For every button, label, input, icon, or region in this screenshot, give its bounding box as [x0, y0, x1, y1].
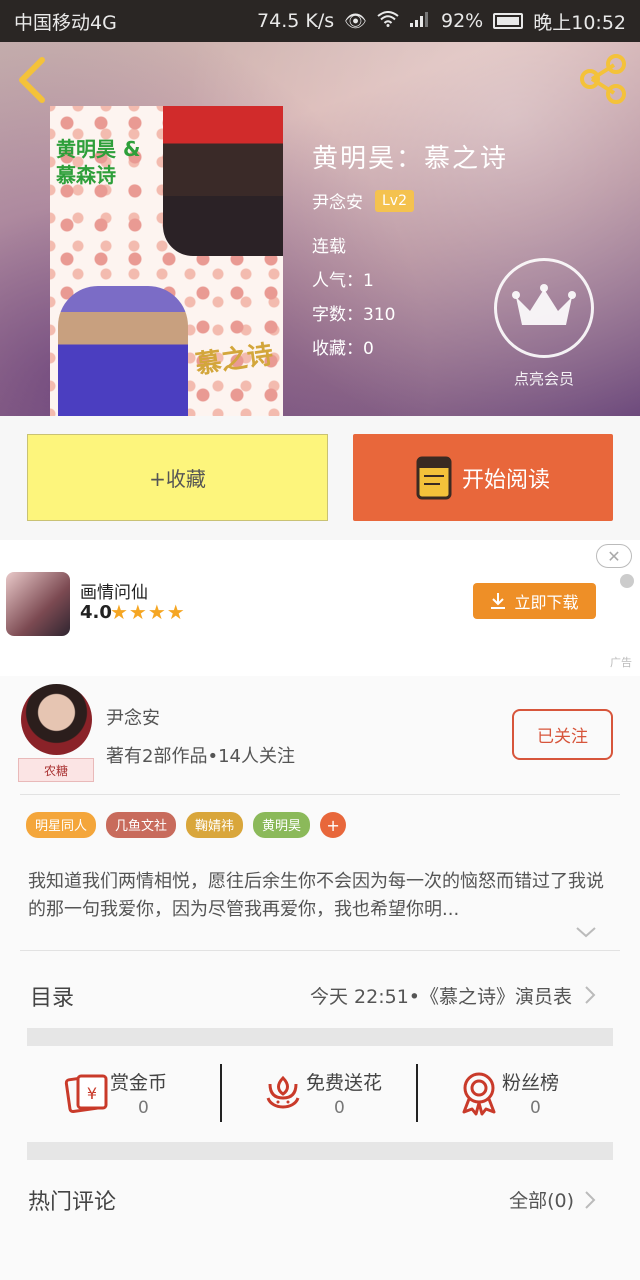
cover-title-text: 黄明昊 & 慕森诗 — [56, 137, 141, 187]
divider — [20, 950, 620, 951]
book-status: 连载 — [312, 237, 346, 257]
hot-comments-label: 热门评论 — [28, 1190, 117, 1215]
book-cover[interactable]: 黄明昊 & 慕森诗 慕之诗 — [50, 106, 283, 416]
ad-download-button[interactable]: 立即下载 — [473, 583, 596, 619]
author-stats: 著有2部作品•14人关注 — [106, 746, 295, 767]
author-name[interactable]: 尹念安 — [106, 704, 160, 730]
fan-ranking-button[interactable]: 粉丝榜 0 — [418, 1062, 613, 1132]
reward-coin-label: 赏金币 — [110, 1072, 168, 1094]
reward-coin-button[interactable]: ¥ 赏金币 0 — [26, 1062, 221, 1132]
network-speed: 74.5 K/s — [257, 10, 335, 32]
carrier-label: 中国移动4G — [14, 11, 117, 34]
download-icon — [491, 593, 506, 609]
book-favorites: 收藏：0 — [312, 339, 374, 359]
crown-icon — [512, 284, 576, 325]
share-icon — [580, 54, 626, 104]
free-flower-label: 免费送花 — [306, 1072, 383, 1094]
cover-figure-girl — [163, 106, 283, 256]
reward-coin-count: 0 — [138, 1098, 149, 1118]
tag-item[interactable]: 鞠婧祎 — [186, 812, 244, 838]
vip-button[interactable] — [494, 258, 594, 358]
flower-icon — [266, 1075, 300, 1109]
ad-rating-stars: ★★★★ — [110, 600, 186, 624]
hot-comments-row[interactable]: 热门评论 全部(0) — [0, 1166, 640, 1236]
follow-button[interactable]: 已关注 — [512, 709, 613, 760]
book-word-count: 字数：310 — [312, 305, 396, 325]
status-bar: 中国移动4G 74.5 K/s 👁 92% 晚上10:52 — [0, 0, 640, 42]
start-reading-button[interactable]: 开始阅读 — [353, 434, 613, 521]
battery-percent: 92% — [441, 10, 484, 32]
table-of-contents-row[interactable]: 目录 今天 22:51•《慕之诗》演员表 — [0, 956, 640, 1026]
eye-icon: 👁 — [344, 10, 367, 32]
toc-label: 目录 — [30, 986, 75, 1011]
expand-chevron-icon[interactable] — [574, 924, 598, 940]
signal-icon — [409, 10, 431, 33]
free-flower-button[interactable]: 免费送花 0 — [222, 1062, 417, 1132]
ad-tag: 广告 — [610, 656, 632, 669]
author-level-badge: Lv2 — [375, 189, 414, 212]
ad-close-button[interactable]: ✕ — [596, 544, 632, 568]
wifi-icon — [377, 10, 399, 32]
collect-button[interactable]: +收藏 — [27, 434, 328, 521]
back-arrow-icon — [19, 57, 45, 103]
ad-app-thumbnail[interactable] — [6, 572, 70, 636]
chevron-right-icon — [585, 986, 596, 1004]
ad-rating: 4.0 — [80, 602, 112, 623]
action-bar: +收藏 开始阅读 — [0, 416, 640, 540]
ad-download-label: 立即下载 — [514, 593, 579, 612]
back-button[interactable] — [14, 56, 54, 104]
section-separator — [27, 1142, 613, 1160]
avatar-tag: 农糖 — [18, 758, 94, 782]
ad-indicator-dot — [620, 574, 634, 588]
details-section: 农糖 尹念安 著有2部作品•14人关注 已关注 明星同人 几鱼文社 鞠婧祎 黄明… — [0, 676, 640, 1280]
ad-banner[interactable]: ✕ 画情问仙 4.0 ★★★★ 立即下载 广告 — [0, 540, 640, 676]
add-tag-button[interactable]: + — [320, 812, 347, 838]
toc-latest-chapter: 今天 22:51•《慕之诗》演员表 — [309, 986, 572, 1008]
clock: 晚上10:52 — [533, 11, 626, 34]
divider — [20, 794, 620, 795]
vip-label: 点亮会员 — [513, 370, 574, 388]
share-button[interactable] — [578, 54, 628, 104]
fan-ranking-label: 粉丝榜 — [502, 1072, 560, 1094]
battery-icon — [493, 13, 524, 29]
tag-item[interactable]: 几鱼文社 — [106, 812, 177, 838]
book-popularity: 人气：1 — [312, 271, 374, 291]
badge-ribbon-icon — [462, 1072, 496, 1116]
book-title: 黄明昊：慕之诗 — [312, 144, 509, 174]
book-icon — [416, 456, 452, 499]
collect-label: +收藏 — [149, 467, 206, 491]
start-reading-label: 开始阅读 — [461, 467, 550, 493]
svg-text:¥: ¥ — [87, 1084, 97, 1103]
all-comments-link: 全部(0) — [509, 1190, 574, 1212]
book-description[interactable]: 我知道我们两情相悦，愿往后余生你不会因为每一次的恼怒而错过了我说的那一句我爱你，… — [28, 868, 618, 924]
tag-item[interactable]: 明星同人 — [26, 812, 97, 838]
section-separator — [27, 1028, 613, 1046]
chevron-right-icon — [585, 1191, 596, 1209]
tag-list: 明星同人 几鱼文社 鞠婧祎 黄明昊 + — [26, 812, 347, 838]
reward-coin-icon: ¥ — [64, 1074, 108, 1114]
author-avatar[interactable] — [21, 684, 92, 755]
cover-figure-boy — [58, 286, 188, 416]
book-header: 黄明昊 & 慕森诗 慕之诗 黄明昊：慕之诗 尹念安 Lv2 连载 人气：1 字数… — [0, 42, 640, 416]
book-author[interactable]: 尹念安 — [312, 188, 363, 213]
tag-item[interactable]: 黄明昊 — [253, 812, 311, 838]
fan-ranking-count: 0 — [530, 1098, 541, 1118]
free-flower-count: 0 — [334, 1098, 345, 1118]
